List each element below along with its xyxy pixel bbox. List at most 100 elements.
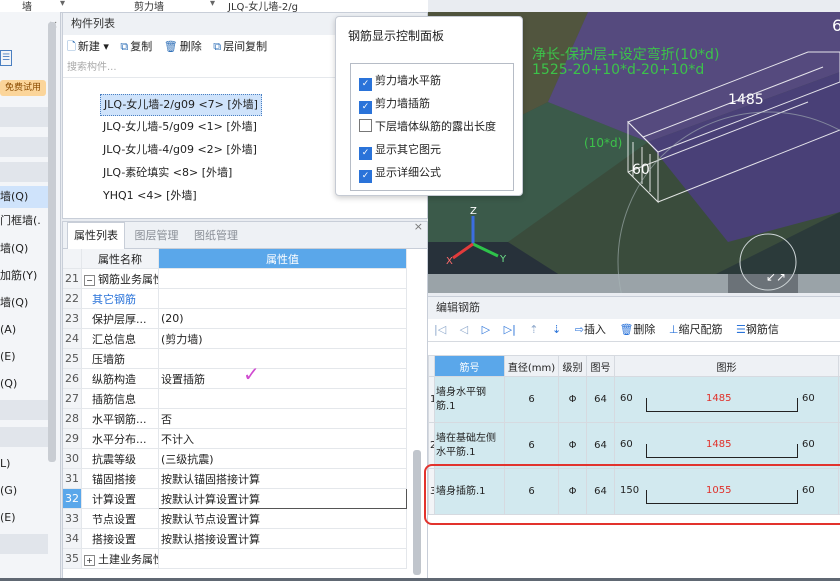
collapse-arrows-icon[interactable]: ↙↗ bbox=[766, 270, 786, 284]
table-row[interactable]: 33 节点设置 按默认节点设置计算 bbox=[63, 508, 407, 529]
list-item[interactable]: JLQ-女儿墙-2/g09 <7> [外墙] bbox=[100, 94, 262, 116]
property-name: − 钢筋业务属性 bbox=[81, 268, 159, 289]
nav-item-g[interactable]: (G) bbox=[0, 480, 48, 502]
shape-cell[interactable]: 60 1485 60 bbox=[614, 376, 839, 423]
property-value[interactable] bbox=[158, 348, 407, 369]
checkbox[interactable] bbox=[359, 119, 372, 132]
shape-no-cell[interactable]: 64 bbox=[586, 422, 615, 469]
last-record-icon[interactable]: ▷| bbox=[504, 319, 516, 341]
table-row[interactable]: 1墙身水平钢筋.16Φ64601485601 bbox=[428, 376, 840, 423]
collapse-icon[interactable]: − bbox=[84, 274, 95, 286]
nav-item-masonry-wall[interactable]: 墙(Q) bbox=[0, 238, 48, 260]
property-value[interactable]: 不计入 bbox=[158, 428, 407, 449]
property-value[interactable] bbox=[158, 388, 407, 409]
close-icon[interactable]: × bbox=[414, 222, 423, 233]
property-value[interactable]: 设置插筋 bbox=[158, 368, 407, 389]
shape-cell[interactable]: 60 1485 60 bbox=[614, 422, 839, 469]
table-row[interactable]: 35 + 土建业务属性 bbox=[63, 548, 407, 569]
property-value[interactable]: (剪力墙) bbox=[158, 328, 407, 349]
table-row[interactable]: 31 锚固搭接 按默认锚固搭接计算 bbox=[63, 468, 407, 489]
table-row[interactable]: 27 插筋信息 bbox=[63, 388, 407, 409]
nav-item-curtain-wall[interactable]: 墙(Q) bbox=[0, 292, 48, 314]
table-row[interactable]: 28 水平钢筋... 否 bbox=[63, 408, 407, 429]
property-value[interactable]: 按默认锚固搭接计算 bbox=[158, 468, 407, 489]
table-row[interactable]: 26 纵筋构造 设置插筋 bbox=[63, 368, 407, 389]
first-record-icon[interactable]: |◁ bbox=[434, 319, 446, 341]
nav-item-q[interactable]: (Q) bbox=[0, 373, 48, 395]
table-row[interactable]: 22 其它钢筋 bbox=[63, 288, 407, 309]
chevron-down-icon[interactable]: ▾ bbox=[210, 0, 215, 9]
property-value[interactable] bbox=[158, 268, 407, 289]
trash-icon: 🗑 bbox=[619, 323, 634, 336]
list-item[interactable]: YHQ1 <4> [外墙] bbox=[103, 186, 197, 206]
list-item[interactable]: JLQ-女儿墙-5/g09 <1> [外墙] bbox=[103, 117, 257, 137]
scale-rebar-button[interactable]: ⊥缩尺配筋 bbox=[669, 319, 723, 341]
property-value[interactable] bbox=[158, 288, 407, 309]
property-value[interactable]: (三级抗震) bbox=[158, 448, 407, 469]
property-value[interactable]: 按默认搭接设置计算 bbox=[158, 528, 407, 549]
delete-button[interactable]: 🗑删除 bbox=[619, 319, 655, 341]
checkbox[interactable]: ✓ bbox=[359, 147, 372, 160]
toggle-icon[interactable]: ☰ bbox=[0, 50, 12, 66]
next-record-icon[interactable]: ▷ bbox=[482, 319, 490, 341]
property-value[interactable]: 按默认计算设置计算 bbox=[158, 488, 407, 509]
option-show-detailed-formula[interactable]: ✓ 显示详细公式 bbox=[359, 164, 441, 183]
chevron-down-icon[interactable]: ▾ bbox=[60, 0, 65, 9]
nav-item-masonry-rebar[interactable]: 加筋(Y) bbox=[0, 265, 48, 287]
table-row[interactable]: 23 保护层厚... (20) bbox=[63, 308, 407, 329]
list-item[interactable]: JLQ-女儿墙-4/g09 <2> [外墙] bbox=[103, 140, 257, 160]
move-down-icon[interactable]: ⇣ bbox=[552, 319, 561, 341]
grade-cell[interactable]: Φ bbox=[558, 422, 587, 469]
nav-item-e[interactable]: (E) bbox=[0, 346, 48, 368]
diameter-cell[interactable]: 6 bbox=[504, 422, 559, 469]
checkbox[interactable]: ✓ bbox=[359, 101, 372, 114]
left-scrollbar[interactable] bbox=[48, 22, 56, 462]
table-row[interactable]: 34 搭接设置 按默认搭接设置计算 bbox=[63, 528, 407, 549]
move-up-icon[interactable]: ⇡ bbox=[529, 319, 538, 341]
bar-name[interactable]: 墙在基础左侧水平筋.1 bbox=[434, 422, 505, 469]
table-row[interactable]: 2墙在基础左侧水平筋.16Φ64601485601 bbox=[428, 422, 840, 469]
row-number: 32 bbox=[63, 488, 82, 509]
free-trial-badge[interactable]: 免费试用 bbox=[0, 80, 46, 96]
property-scrollbar[interactable] bbox=[413, 450, 421, 575]
property-value[interactable]: 按默认节点设置计算 bbox=[158, 508, 407, 529]
rebar-info-button[interactable]: ☰钢筋信 bbox=[736, 319, 779, 341]
checkbox[interactable]: ✓ bbox=[359, 78, 372, 91]
list-item[interactable]: JLQ-素砼填实 <8> [外墙] bbox=[103, 163, 232, 183]
dimension-label: 6 bbox=[832, 16, 840, 35]
nav-item-l[interactable]: L) bbox=[0, 453, 48, 475]
option-shear-wall-horizontal[interactable]: ✓ 剪力墙水平筋 bbox=[359, 72, 441, 91]
property-value[interactable] bbox=[158, 548, 407, 569]
floor-copy-button[interactable]: ⧉ 层间复制 bbox=[213, 35, 267, 59]
diameter-cell[interactable]: 6 bbox=[504, 376, 559, 423]
bar-name[interactable]: 墙身水平钢筋.1 bbox=[434, 376, 505, 423]
option-show-other-elements[interactable]: ✓ 显示其它图元 bbox=[359, 141, 441, 160]
option-lower-wall-exposed-length[interactable]: 下层墙体纵筋的露出长度 bbox=[359, 118, 496, 134]
expand-icon[interactable]: + bbox=[84, 554, 95, 566]
option-shear-wall-dowel[interactable]: ✓ 剪力墙插筋 bbox=[359, 95, 430, 114]
nav-item-wall[interactable]: 墙(Q) bbox=[0, 186, 48, 208]
nav-item-a[interactable]: (A) bbox=[0, 319, 48, 341]
nav-item-e2[interactable]: (E) bbox=[0, 507, 48, 529]
property-value[interactable]: 否 bbox=[158, 408, 407, 429]
tab-drawing-management[interactable]: 图纸管理 bbox=[188, 223, 244, 249]
insert-button[interactable]: ⇨插入 bbox=[575, 319, 606, 341]
table-row[interactable]: 29 水平分布... 不计入 bbox=[63, 428, 407, 449]
copy-button[interactable]: ⧉ 复制 bbox=[120, 35, 152, 59]
table-row[interactable]: 32 计算设置 按默认计算设置计算 bbox=[63, 488, 407, 509]
table-row[interactable]: 24 汇总信息 (剪力墙) bbox=[63, 328, 407, 349]
shape-no-cell[interactable]: 64 bbox=[586, 376, 615, 423]
new-button[interactable]: 🗋 新建 ▾ bbox=[67, 35, 109, 59]
table-row[interactable]: 30 抗震等级 (三级抗震) bbox=[63, 448, 407, 469]
table-row[interactable]: 25 压墙筋 bbox=[63, 348, 407, 369]
tab-layer-management[interactable]: 图层管理 bbox=[129, 223, 185, 249]
property-value[interactable]: (20) bbox=[158, 308, 407, 329]
main-length: 1485 bbox=[706, 393, 732, 404]
table-row[interactable]: 21− 钢筋业务属性 bbox=[63, 268, 407, 289]
checkbox[interactable]: ✓ bbox=[359, 170, 372, 183]
delete-button[interactable]: 🗑删除 bbox=[164, 35, 202, 59]
grade-cell[interactable]: Φ bbox=[558, 376, 587, 423]
prev-record-icon[interactable]: ◁ bbox=[460, 319, 468, 341]
nav-item-door-frame-wall[interactable]: 门框墙(. bbox=[0, 210, 48, 232]
tab-property-list[interactable]: 属性列表 bbox=[67, 222, 125, 249]
